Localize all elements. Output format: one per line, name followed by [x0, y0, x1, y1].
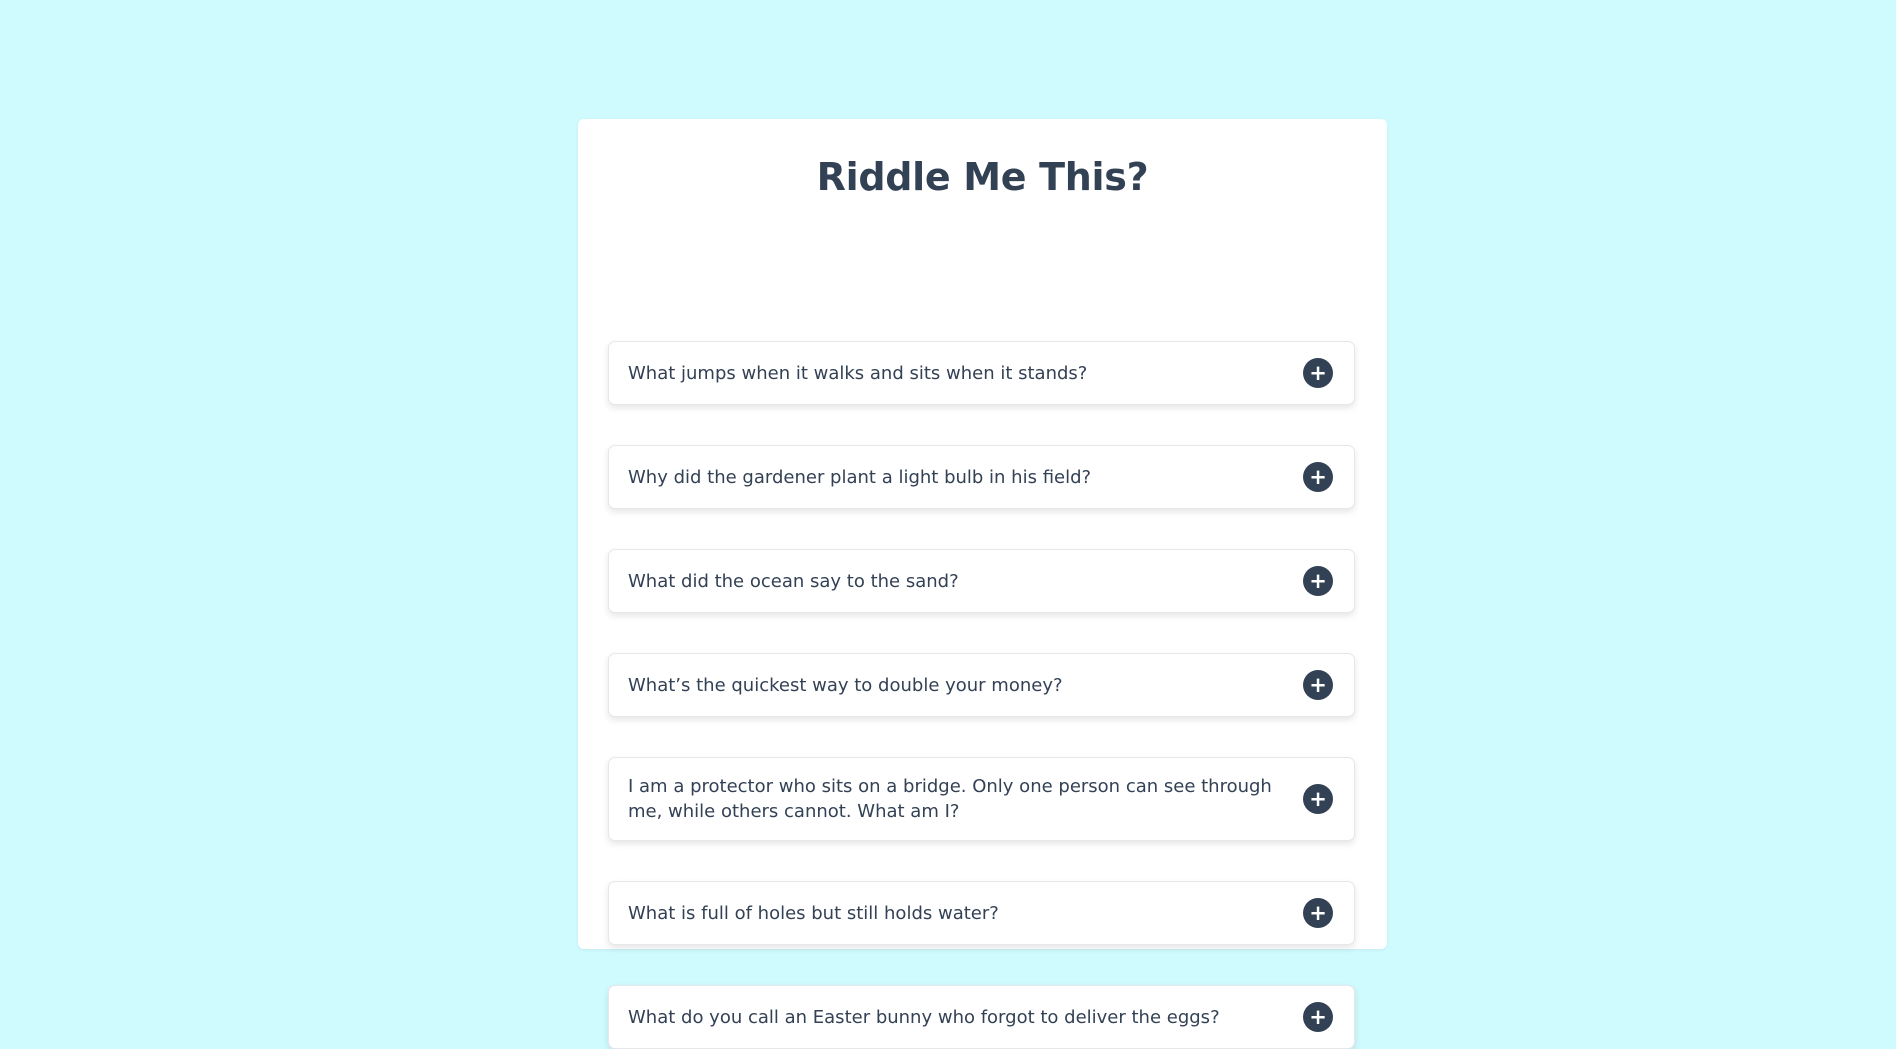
- plus-icon[interactable]: +: [1303, 1002, 1333, 1032]
- riddle-card: Riddle Me This? What jumps when it walks…: [578, 119, 1387, 1049]
- faq-item[interactable]: What’s the quickest way to double your m…: [608, 653, 1355, 717]
- page-title: Riddle Me This?: [816, 155, 1149, 199]
- plus-icon[interactable]: +: [1303, 784, 1333, 814]
- faq-question: What jumps when it walks and sits when i…: [628, 362, 1088, 384]
- faq-question: What is full of holes but still holds wa…: [628, 902, 999, 924]
- faq-item[interactable]: Why did the gardener plant a light bulb …: [608, 445, 1355, 509]
- faq-item[interactable]: What do you call an Easter bunny who for…: [608, 985, 1355, 1049]
- faq-item[interactable]: What is full of holes but still holds wa…: [608, 881, 1355, 945]
- plus-icon[interactable]: +: [1303, 566, 1333, 596]
- plus-icon[interactable]: +: [1303, 670, 1333, 700]
- plus-icon[interactable]: +: [1303, 462, 1333, 492]
- faq-item[interactable]: What jumps when it walks and sits when i…: [608, 341, 1355, 405]
- faq-question: What do you call an Easter bunny who for…: [628, 1006, 1220, 1028]
- faq-question: What did the ocean say to the sand?: [628, 570, 959, 592]
- plus-icon[interactable]: +: [1303, 898, 1333, 928]
- faq-question: I am a protector who sits on a bridge. O…: [628, 776, 1272, 822]
- faq-question: What’s the quickest way to double your m…: [628, 674, 1063, 696]
- faq-question: Why did the gardener plant a light bulb …: [628, 466, 1092, 488]
- faq-item[interactable]: What did the ocean say to the sand? +: [608, 549, 1355, 613]
- plus-icon[interactable]: +: [1303, 358, 1333, 388]
- faq-item[interactable]: I am a protector who sits on a bridge. O…: [608, 757, 1355, 841]
